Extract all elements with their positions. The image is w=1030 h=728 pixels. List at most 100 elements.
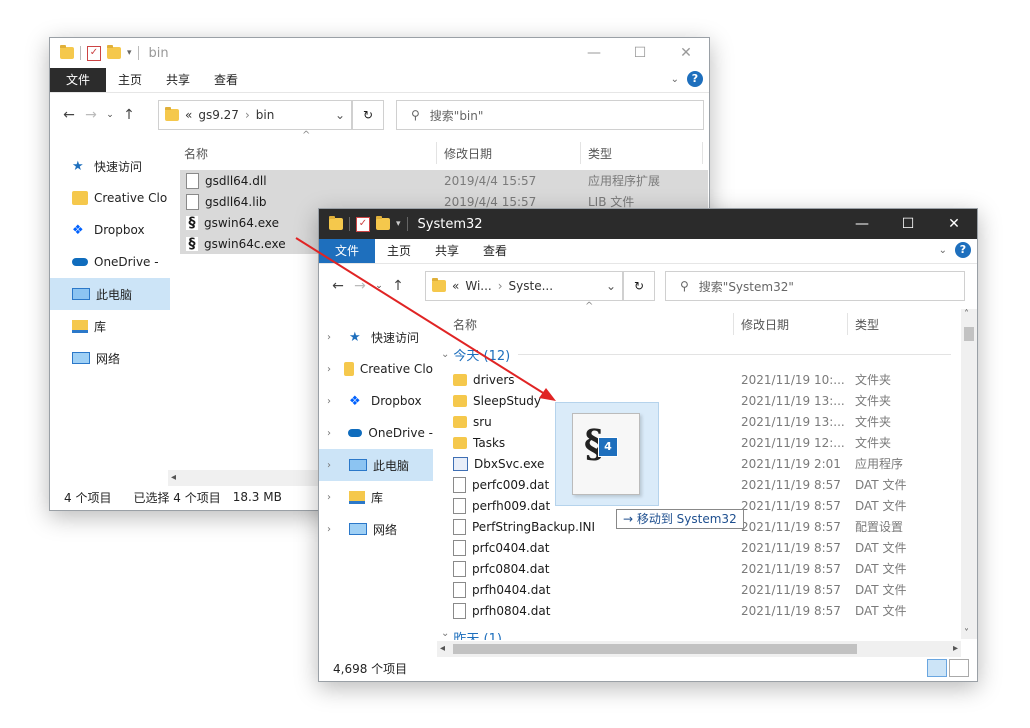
nav-item-network[interactable]: › 网络 [319, 513, 433, 545]
properties-icon[interactable]: ✓ [356, 216, 370, 232]
close-button[interactable]: ✕ [663, 38, 709, 68]
title-bar[interactable]: ✓ ▾ System32 — ☐ ✕ [319, 209, 977, 239]
new-folder-icon[interactable] [376, 216, 390, 230]
file-name: PerfStringBackup.INI [472, 519, 596, 534]
file-type: DAT 文件 [855, 604, 907, 618]
file-row[interactable]: Tasks 2021/11/19 12:... 文件夹 [447, 432, 957, 453]
nav-item-network[interactable]: 网络 [50, 342, 170, 374]
nav-item-creative-cloud[interactable]: Creative Clo [50, 182, 170, 214]
chevron-right-icon[interactable]: › [327, 524, 341, 535]
chevron-right-icon[interactable]: › [327, 460, 341, 471]
file-row[interactable]: SleepStudy 2021/11/19 13:... 文件夹 [447, 390, 957, 411]
group-header-today[interactable]: ⌄ 今天 (12) [441, 345, 951, 364]
tab-view[interactable]: 查看 [202, 68, 250, 92]
title-bar[interactable]: ✓ ▾ bin — ☐ ✕ [50, 38, 709, 68]
column-type[interactable]: 类型 [588, 145, 612, 162]
address-prefix[interactable]: « [452, 279, 459, 293]
nav-item-onedrive[interactable]: OneDrive - [50, 246, 170, 278]
chevron-right-icon[interactable]: › [327, 492, 341, 503]
back-arrow-icon[interactable]: ← [58, 107, 80, 123]
column-date[interactable]: 修改日期 [741, 316, 789, 333]
maximize-button[interactable]: ☐ [885, 209, 931, 239]
chevron-down-icon[interactable]: ⌄ [606, 279, 616, 293]
properties-icon[interactable]: ✓ [87, 45, 101, 61]
column-date[interactable]: 修改日期 [444, 145, 492, 162]
column-name[interactable]: 名称 [453, 316, 477, 333]
maximize-button[interactable]: ☐ [617, 38, 663, 68]
file-row[interactable]: DbxSvc.exe 2021/11/19 2:01 应用程序 [447, 453, 957, 474]
chevron-down-icon[interactable]: ⌄ [335, 108, 345, 122]
chevron-down-icon[interactable]: ▾ [396, 219, 401, 229]
chevron-down-icon[interactable]: ⌄ [441, 628, 449, 639]
nav-item-this-pc[interactable]: 此电脑 [50, 278, 170, 310]
file-row[interactable]: prfc0404.dat 2021/11/19 8:57 DAT 文件 [447, 537, 957, 558]
recent-dropdown-icon[interactable]: ⌄ [371, 281, 387, 291]
new-folder-icon[interactable] [107, 45, 121, 59]
scroll-thumb[interactable] [964, 327, 974, 341]
chevron-right-icon[interactable]: › [327, 428, 340, 439]
tab-share[interactable]: 共享 [154, 68, 202, 92]
tab-home[interactable]: 主页 [375, 239, 423, 263]
tab-file[interactable]: 文件 [319, 239, 376, 263]
nav-item-this-pc[interactable]: › 此电脑 [319, 449, 433, 481]
file-row[interactable]: perfc009.dat 2021/11/19 8:57 DAT 文件 [447, 474, 957, 495]
address-bar[interactable]: « gs9.27 › bin ⌄ [158, 100, 352, 130]
nav-item-quick-access[interactable]: ★ 快速访问 [50, 150, 170, 182]
breadcrumb-bin[interactable]: bin [256, 108, 275, 122]
column-name[interactable]: 名称 [184, 145, 208, 162]
column-type[interactable]: 类型 [855, 316, 879, 333]
nav-item-onedrive[interactable]: › OneDrive - [319, 417, 433, 449]
chevron-right-icon[interactable]: › [327, 396, 341, 407]
help-icon[interactable]: ? [955, 242, 971, 258]
up-arrow-icon[interactable]: ↑ [387, 278, 409, 294]
tab-share[interactable]: 共享 [423, 239, 471, 263]
file-row[interactable]: prfc0804.dat 2021/11/19 8:57 DAT 文件 [447, 558, 957, 579]
minimize-button[interactable]: — [571, 38, 617, 68]
tab-view[interactable]: 查看 [471, 239, 519, 263]
breadcrumb-windows[interactable]: Wi... [465, 279, 491, 293]
breadcrumb-system32[interactable]: Syste... [509, 279, 554, 293]
chevron-right-icon[interactable]: › [327, 332, 341, 343]
chevron-down-icon[interactable]: ⌄ [441, 349, 449, 360]
chevron-down-icon[interactable]: ▾ [127, 48, 132, 58]
scroll-down-icon[interactable]: ˅ [964, 628, 969, 639]
refresh-button[interactable]: ↻ [352, 100, 384, 130]
nav-item-creative-cloud[interactable]: › Creative Clo [319, 353, 433, 385]
nav-item-library[interactable]: 库 [50, 310, 170, 342]
recent-dropdown-icon[interactable]: ⌄ [102, 110, 118, 120]
tab-file[interactable]: 文件 [50, 68, 107, 92]
file-row[interactable]: prfh0804.dat 2021/11/19 8:57 DAT 文件 [447, 600, 957, 621]
address-bar[interactable]: « Wi... › Syste... ⌄ [425, 271, 623, 301]
search-input[interactable]: ⚲ 搜索"System32" [665, 271, 965, 301]
nav-item-quick-access[interactable]: › ★ 快速访问 [319, 321, 433, 353]
forward-arrow-icon[interactable]: → [80, 107, 102, 123]
file-row[interactable]: sru 2021/11/19 13:... 文件夹 [447, 411, 957, 432]
help-icon[interactable]: ? [687, 71, 703, 87]
nav-item-dropbox[interactable]: › ❖ Dropbox [319, 385, 433, 417]
group-header-yesterday[interactable]: ⌄ 昨天 (1) [441, 628, 951, 640]
back-arrow-icon[interactable]: ← [327, 278, 349, 294]
vertical-scrollbar[interactable]: ˄ ˅ [961, 309, 977, 639]
nav-item-library[interactable]: › 库 [319, 481, 433, 513]
breadcrumb-gs927[interactable]: gs9.27 [198, 108, 239, 122]
chevron-down-icon[interactable]: ⌄ [671, 74, 679, 85]
file-date: 2021/11/19 2:01 [741, 456, 841, 471]
chevron-down-icon[interactable]: ⌄ [939, 245, 947, 256]
large-icons-view-button[interactable] [949, 659, 969, 677]
file-row[interactable]: prfh0404.dat 2021/11/19 8:57 DAT 文件 [447, 579, 957, 600]
chevron-right-icon[interactable]: › [327, 364, 336, 375]
details-view-button[interactable] [927, 659, 947, 677]
forward-arrow-icon[interactable]: → [349, 278, 371, 294]
tab-home[interactable]: 主页 [106, 68, 154, 92]
nav-item-dropbox[interactable]: ❖ Dropbox [50, 214, 170, 246]
refresh-button[interactable]: ↻ [623, 271, 655, 301]
file-row[interactable]: gsdll64.dll 2019/4/4 15:57 应用程序扩展 [180, 170, 708, 191]
scroll-up-icon[interactable]: ˄ [964, 309, 969, 320]
close-button[interactable]: ✕ [931, 209, 977, 239]
search-input[interactable]: ⚲ 搜索"bin" [396, 100, 704, 130]
minimize-button[interactable]: — [839, 209, 885, 239]
up-arrow-icon[interactable]: ↑ [118, 107, 140, 123]
scroll-thumb[interactable] [453, 644, 857, 654]
file-row[interactable]: drivers 2021/11/19 10:... 文件夹 [447, 369, 957, 390]
address-prefix[interactable]: « [185, 108, 192, 122]
